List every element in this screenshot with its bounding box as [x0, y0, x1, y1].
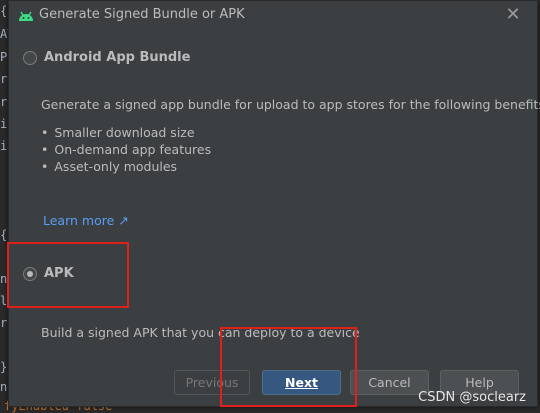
- editor-line: {: [0, 4, 8, 18]
- list-item: On-demand app features: [41, 141, 211, 158]
- apk-highlight-box: [7, 242, 129, 308]
- watermark: CSDN @soclearz: [418, 390, 526, 405]
- list-item: Smaller download size: [41, 124, 211, 141]
- editor-line: }: [0, 360, 8, 374]
- cancel-button[interactable]: Cancel: [350, 370, 429, 395]
- benefits-list: Smaller download size On-demand app feat…: [41, 124, 211, 175]
- bundle-description: Generate a signed app bundle for upload …: [41, 97, 540, 112]
- list-item: Asset-only modules: [41, 158, 211, 175]
- android-app-bundle-option[interactable]: Android App Bundle: [23, 50, 190, 65]
- close-icon[interactable]: ✕: [503, 4, 523, 26]
- dialog-title: Generate Signed Bundle or APK: [39, 7, 245, 22]
- dialog-titlebar[interactable]: Generate Signed Bundle or APK ✕: [9, 1, 537, 31]
- learn-more-link[interactable]: Learn more ↗: [43, 213, 129, 228]
- bundle-radio[interactable]: [23, 50, 37, 65]
- next-highlight-box: [220, 327, 357, 407]
- bundle-radio-label[interactable]: Android App Bundle: [44, 50, 190, 65]
- editor-line: {: [0, 228, 8, 242]
- android-icon: [19, 11, 33, 21]
